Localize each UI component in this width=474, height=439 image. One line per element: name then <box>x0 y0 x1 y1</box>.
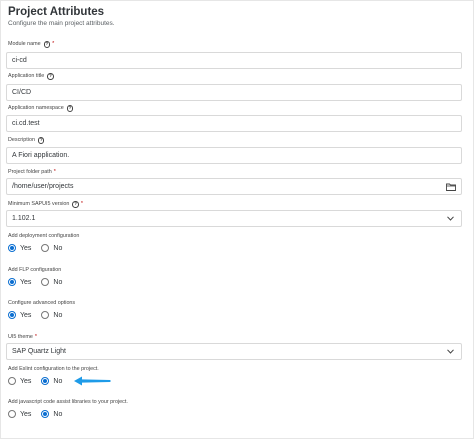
folder-icon[interactable] <box>445 181 456 192</box>
flp-yes-radio[interactable]: Yes <box>8 278 31 286</box>
advanced-options-radio-group: Yes No <box>8 311 72 319</box>
deployment-no-radio[interactable]: No <box>41 244 62 252</box>
deployment-config-radio-group: Yes No <box>8 244 72 252</box>
help-icon[interactable]: ? <box>37 137 45 144</box>
ui5-theme-label: UI5 theme * <box>8 334 37 340</box>
radio-empty-icon <box>41 278 50 286</box>
radio-selected-icon <box>41 377 50 385</box>
eslint-config-label: Add Eslint configuration to the project. <box>8 366 99 372</box>
project-folder-path-label: Project folder path * <box>8 169 56 175</box>
description-label: Description ? <box>8 136 45 144</box>
ui5-theme-select[interactable]: SAP Quartz Light <box>6 343 462 360</box>
project-folder-path-input[interactable]: /home/user/projects <box>6 178 462 195</box>
help-icon[interactable]: ? <box>43 41 51 48</box>
chevron-down-icon <box>445 347 455 357</box>
help-icon[interactable]: ? <box>72 201 79 208</box>
module-name-input[interactable]: ci-cd <box>6 52 462 69</box>
project-attributes-panel: Project Attributes Configure the main pr… <box>0 0 474 439</box>
application-title-input[interactable]: CI/CD <box>6 84 462 101</box>
flp-config-label: Add FLP configuration <box>8 267 62 273</box>
flp-config-radio-group: Yes No <box>8 278 72 286</box>
code-assist-yes-radio[interactable]: Yes <box>8 410 31 418</box>
sapui5-version-label: Minimum SAPUI5 version ? * <box>8 200 84 208</box>
code-assist-no-radio[interactable]: No <box>41 410 62 418</box>
advanced-no-radio[interactable]: No <box>41 311 62 319</box>
eslint-no-radio[interactable]: No <box>41 377 62 385</box>
eslint-config-radio-group: Yes No <box>8 377 72 385</box>
application-title-label: Application title ? <box>8 72 54 80</box>
radio-empty-icon <box>41 244 50 252</box>
advanced-yes-radio[interactable]: Yes <box>8 311 31 319</box>
radio-empty-icon <box>8 377 16 385</box>
help-icon[interactable]: ? <box>47 73 54 80</box>
radio-selected-icon <box>8 311 16 319</box>
module-name-label: Module name ? * <box>8 40 55 48</box>
radio-empty-icon <box>41 311 50 319</box>
flp-no-radio[interactable]: No <box>41 278 62 286</box>
deployment-yes-radio[interactable]: Yes <box>8 244 31 252</box>
page-title: Project Attributes <box>8 6 105 18</box>
arrow-left-icon <box>74 376 111 386</box>
radio-selected-icon <box>41 410 50 418</box>
application-namespace-input[interactable]: ci.cd.test <box>6 115 462 132</box>
advanced-options-label: Configure advanced options <box>8 300 76 306</box>
page-subtitle: Configure the main project attributes. <box>8 20 115 27</box>
sapui5-version-select[interactable]: 1.102.1 <box>6 210 462 227</box>
deployment-config-label: Add deployment configuration <box>8 233 80 239</box>
radio-selected-icon <box>8 278 16 286</box>
radio-empty-icon <box>8 410 16 418</box>
application-namespace-label: Application namespace ? <box>8 104 74 112</box>
chevron-down-icon <box>445 214 455 224</box>
code-assist-label: Add javascript code assist libraries to … <box>8 399 128 405</box>
description-input[interactable]: A Fiori application. <box>6 147 462 164</box>
help-icon[interactable]: ? <box>66 105 74 112</box>
eslint-yes-radio[interactable]: Yes <box>8 377 31 385</box>
code-assist-radio-group: Yes No <box>8 410 72 418</box>
radio-selected-icon <box>8 244 16 252</box>
